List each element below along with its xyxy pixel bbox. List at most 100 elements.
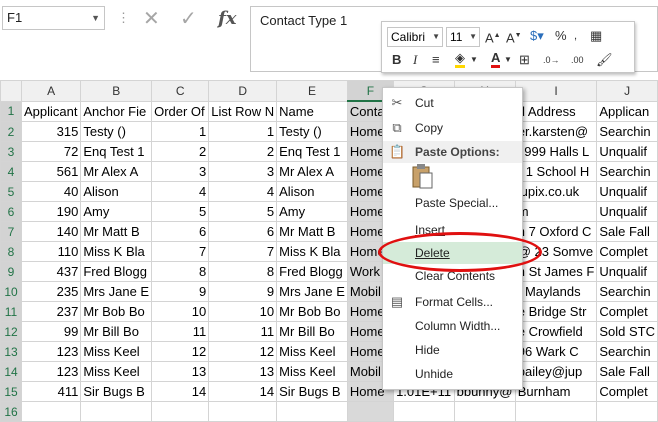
cell[interactable]: d Address — [514, 100, 598, 122]
cell[interactable]: 2 — [151, 141, 210, 162]
cell[interactable]: r 1 School H — [514, 161, 598, 182]
menu-item-clear-contents[interactable]: Clear Contents — [383, 265, 522, 287]
cell[interactable]: Mr Bill Bo — [80, 321, 153, 342]
cell[interactable]: 5 — [208, 201, 278, 222]
center-align-icon[interactable]: ≡ — [432, 51, 440, 69]
cell[interactable]: Sir Bugs B — [80, 381, 153, 402]
row-header[interactable]: 16 — [0, 401, 22, 422]
cell[interactable]: Unqualif — [596, 141, 658, 162]
cell[interactable]: Sir Bugs B — [276, 381, 348, 402]
row-header[interactable]: 12 — [0, 321, 22, 342]
cell[interactable]: Miss Keel — [80, 341, 153, 362]
cell[interactable]: 1 — [208, 121, 278, 142]
cell[interactable]: Mr Bob Bo — [80, 301, 153, 322]
cell[interactable]: 190 — [20, 201, 82, 222]
cell[interactable]: 123 — [20, 341, 82, 362]
cell[interactable]: 1 — [151, 121, 210, 142]
comma-style-icon[interactable]: , — [574, 27, 577, 45]
menu-item-copy[interactable]: ⧉ Copy — [383, 117, 522, 139]
menu-item-column-width[interactable]: Column Width... — [383, 315, 522, 337]
cell[interactable]: 140 — [20, 221, 82, 242]
cell[interactable]: Miss K Bla — [80, 241, 153, 262]
cell[interactable]: 11 — [151, 321, 210, 342]
row-header[interactable]: 10 — [0, 281, 22, 302]
cell[interactable]: 237 — [20, 301, 82, 322]
cell[interactable]: 12 — [151, 341, 210, 362]
cell[interactable]: Mrs Jane E — [276, 281, 348, 302]
column-header-b[interactable]: B — [80, 80, 153, 102]
cell[interactable]: Miss Keel — [276, 341, 348, 362]
cell[interactable]: e Crowfield — [514, 321, 598, 342]
cell[interactable]: Testy () — [276, 121, 348, 142]
row-header[interactable]: 2 — [0, 121, 22, 142]
borders-icon[interactable]: ▦ — [590, 27, 602, 45]
menu-item-format-cells[interactable]: ▤ Format Cells... — [383, 291, 522, 313]
cell[interactable]: Enq Test 1 — [80, 141, 153, 162]
menu-item-hide[interactable]: Hide — [383, 339, 522, 361]
cell[interactable]: 13 — [151, 361, 210, 382]
paste-icon[interactable] — [411, 163, 433, 189]
cell[interactable]: Enq Test 1 — [276, 141, 348, 162]
cell[interactable]: Searchin — [596, 281, 658, 302]
cell[interactable] — [80, 401, 153, 422]
cell[interactable]: 11 — [208, 321, 278, 342]
cell[interactable]: Fred Blogg — [80, 261, 153, 282]
cell[interactable]: 96 Wark C — [514, 341, 598, 362]
cell[interactable]: h St James F — [514, 261, 598, 282]
cell[interactable]: 5 — [151, 201, 210, 222]
cell[interactable]: h 7 Oxford C — [514, 221, 598, 242]
chevron-down-icon[interactable]: ▼ — [91, 7, 100, 29]
column-header-e[interactable]: E — [276, 80, 348, 102]
column-header-j[interactable]: J — [596, 80, 658, 102]
cell[interactable]: Sale Fall — [596, 361, 658, 382]
cell[interactable]: 99 — [20, 321, 82, 342]
cell[interactable]: 2 — [208, 141, 278, 162]
cell[interactable]: Complet — [596, 301, 658, 322]
cell[interactable]: 123 — [20, 361, 82, 382]
cell[interactable]: 4 — [151, 181, 210, 202]
cell[interactable]: Mr Matt B — [276, 221, 348, 242]
cell[interactable]: 7 — [208, 241, 278, 262]
cell[interactable]: Testy () — [80, 121, 153, 142]
cell[interactable]: m — [514, 201, 598, 222]
row-header[interactable]: 11 — [0, 301, 22, 322]
fill-color-icon[interactable]: ◈ — [455, 51, 465, 68]
cell[interactable]: 8 — [151, 261, 210, 282]
cell[interactable]: Searchin — [596, 161, 658, 182]
cell[interactable]: t Maylands — [514, 281, 598, 302]
cell[interactable]: Miss K Bla — [276, 241, 348, 262]
cell[interactable]: 561 — [20, 161, 82, 182]
insert-function-button[interactable]: fx — [218, 6, 236, 32]
menu-item-delete[interactable]: Delete — [383, 242, 522, 264]
cell[interactable]: 6 — [208, 221, 278, 242]
row-header[interactable]: 6 — [0, 201, 22, 222]
cell[interactable]: Sold STC — [596, 321, 658, 342]
cell[interactable]: 315 — [20, 121, 82, 142]
cell[interactable]: 13 — [208, 361, 278, 382]
column-header-c[interactable]: C — [151, 80, 210, 102]
borders-dropdown-icon[interactable]: ⊞ — [519, 51, 530, 69]
row-header[interactable]: 9 — [0, 261, 22, 282]
cell[interactable]: 14 — [151, 381, 210, 402]
cell[interactable]: 10 — [208, 301, 278, 322]
cell[interactable]: Alison — [80, 181, 153, 202]
cell[interactable]: Sale Fall — [596, 221, 658, 242]
cell[interactable]: 3 — [208, 161, 278, 182]
cell[interactable]: Unqualif — [596, 261, 658, 282]
row-header[interactable]: 7 — [0, 221, 22, 242]
menu-item-insert[interactable]: Insert — [383, 219, 522, 241]
cell[interactable]: 12 — [208, 341, 278, 362]
cell[interactable]: Unqualif — [596, 181, 658, 202]
decrease-decimal-icon[interactable]: .00 — [571, 51, 584, 69]
cell[interactable]: Anchor Fie — [80, 100, 153, 122]
cell[interactable]: 437 — [20, 261, 82, 282]
cell[interactable]: 235 — [20, 281, 82, 302]
chevron-down-icon[interactable]: ▼ — [470, 51, 478, 69]
cell[interactable] — [393, 401, 455, 422]
enter-icon[interactable]: ✓ — [180, 6, 197, 32]
cell[interactable]: Amy — [80, 201, 153, 222]
cell[interactable]: Searchin — [596, 341, 658, 362]
name-box[interactable]: F1 ▼ — [2, 6, 105, 30]
cell[interactable]: Mr Matt B — [80, 221, 153, 242]
row-header[interactable]: 4 — [0, 161, 22, 182]
